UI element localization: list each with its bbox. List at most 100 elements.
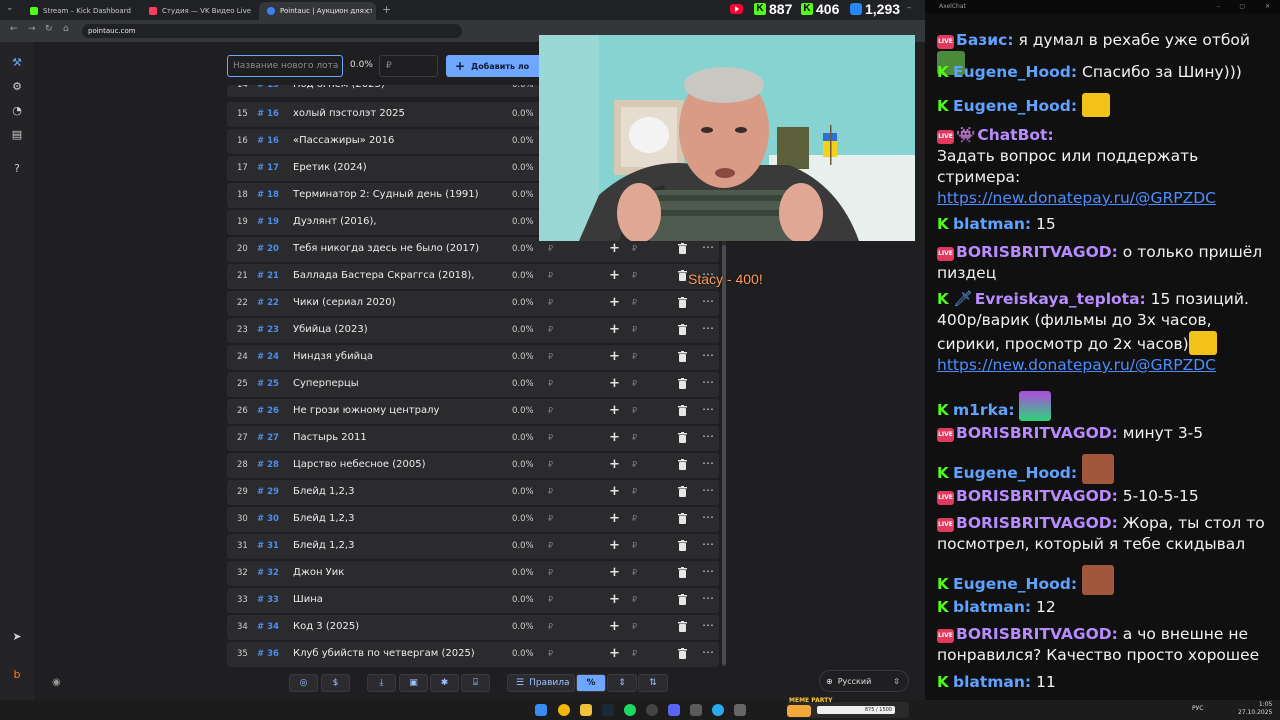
chat-username[interactable]: Eugene_Hood: (953, 97, 1077, 115)
back-icon[interactable]: ← (10, 24, 18, 34)
lot-extra-field[interactable]: ₽ (632, 622, 637, 631)
lot-title[interactable]: Ниндзя убийца (293, 351, 373, 362)
lot-title[interactable]: холый пэстолэт 2025 (293, 108, 405, 119)
lot-extra-field[interactable]: ₽ (632, 568, 637, 577)
more-options-icon[interactable]: ⋯ (702, 321, 714, 335)
lot-title[interactable]: Блейд 1,2,3 (293, 513, 354, 524)
more-options-icon[interactable]: ⋯ (702, 375, 714, 389)
lot-extra-field[interactable]: ₽ (632, 352, 637, 361)
chat-username[interactable]: Eugene_Hood: (953, 575, 1077, 593)
lot-amount-field[interactable]: ₽ (548, 649, 553, 658)
lot-amount-field[interactable]: ₽ (548, 406, 553, 415)
lot-row[interactable]: 21 # 21 Баллада Бастера Скраггса (2018), 0.… (227, 264, 719, 289)
lot-extra-field[interactable]: ₽ (632, 325, 637, 334)
lot-extra-field[interactable]: ₽ (632, 541, 637, 550)
lot-row[interactable]: 26 # 26 Не грози южному централу 0.0% ₽ + ₽ ⋯ (227, 399, 719, 424)
lot-id-link[interactable]: # 25 (257, 379, 279, 389)
lot-id-link[interactable]: # 30 (257, 514, 279, 524)
more-options-icon[interactable]: ⋯ (702, 483, 714, 497)
lot-amount-input[interactable]: ₽ (379, 55, 438, 77)
steam-icon[interactable] (602, 704, 614, 716)
lot-id-link[interactable]: # 26 (257, 406, 279, 416)
boosty-icon[interactable]: b (10, 668, 24, 682)
lot-id-link[interactable]: # 23 (257, 325, 279, 335)
lot-title[interactable]: Тебя никогда здесь не было (2017) (293, 243, 479, 254)
discord-icon[interactable] (668, 704, 680, 716)
trash-icon[interactable] (678, 567, 687, 578)
tab-pointauc[interactable]: Pointauc | Аукцион для стрим ✕ (259, 2, 376, 20)
add-amount-icon[interactable]: + (609, 511, 620, 526)
lot-extra-field[interactable]: ₽ (632, 271, 637, 280)
lot-id-link[interactable]: # 17 (257, 163, 279, 173)
lot-id-link[interactable]: # 34 (257, 622, 279, 632)
more-options-icon[interactable]: ⋯ (702, 294, 714, 308)
chat-username[interactable]: Базис: (956, 31, 1014, 49)
trash-icon[interactable] (678, 405, 687, 416)
url-field[interactable]: pointauc.com (82, 24, 462, 38)
chat-username[interactable]: m1rka: (953, 401, 1015, 419)
lot-extra-field[interactable]: ₽ (632, 406, 637, 415)
lot-extra-field[interactable]: ₽ (632, 487, 637, 496)
telegram-icon[interactable] (712, 704, 724, 716)
help-icon[interactable]: ? (10, 162, 24, 176)
lot-id-link[interactable]: # 24 (257, 352, 279, 362)
app-icon[interactable] (734, 704, 746, 716)
lot-amount-field[interactable]: ₽ (548, 352, 553, 361)
trash-icon[interactable] (678, 594, 687, 605)
save-button[interactable]: ▣ (399, 674, 428, 692)
lot-amount-field[interactable]: ₽ (548, 622, 553, 631)
settings-icon[interactable]: ⚙ (10, 80, 24, 94)
lot-name-input[interactable]: Название нового лота (227, 55, 343, 77)
lot-title[interactable]: Шина (293, 594, 323, 605)
lot-row[interactable]: 30 # 30 Блейд 1,2,3 0.0% ₽ + ₽ ⋯ (227, 507, 719, 532)
wheel-icon[interactable]: ◔ (10, 104, 24, 118)
donate-link[interactable]: https://new.donatepay.ru/@GRPZDC (937, 356, 1216, 374)
import-button[interactable]: ⤓ (367, 674, 396, 692)
trash-icon[interactable] (678, 540, 687, 551)
lot-amount-field[interactable]: ₽ (548, 595, 553, 604)
lot-id-link[interactable]: # 16 (257, 136, 279, 146)
lot-amount-field[interactable]: ₽ (548, 271, 553, 280)
lot-title[interactable]: Не грози южному централу (293, 405, 439, 416)
clock[interactable]: 1:05 27.10.2025 (1238, 701, 1272, 717)
chat-username[interactable]: blatman: (953, 673, 1031, 691)
lot-id-link[interactable]: # 36 (257, 649, 279, 659)
lot-id-link[interactable]: # 31 (257, 541, 279, 551)
rules-button[interactable]: ☰ Правила (507, 674, 575, 692)
chat-username[interactable]: blatman: (953, 215, 1031, 233)
lot-title[interactable]: Пастырь 2011 (293, 432, 367, 443)
chat-username[interactable]: BORISBRITVAGOD: (956, 424, 1118, 442)
add-amount-icon[interactable]: + (609, 430, 620, 445)
lot-title[interactable]: Дуэлянт (2016), (293, 216, 377, 227)
lot-id-link[interactable]: # 16 (257, 109, 279, 119)
lot-id-link[interactable]: # 27 (257, 433, 279, 443)
lot-id-link[interactable]: # 33 (257, 595, 279, 605)
more-options-icon[interactable]: ⋯ (702, 348, 714, 362)
tab-kick-dashboard[interactable]: Stream – Kick Dashboard (22, 2, 139, 20)
lot-amount-field[interactable]: ₽ (548, 325, 553, 334)
add-amount-icon[interactable]: + (609, 349, 620, 364)
more-options-icon[interactable]: ⋯ (702, 645, 714, 659)
lot-row[interactable]: 32 # 32 Джон Уик 0.0% ₽ + ₽ ⋯ (227, 561, 719, 586)
more-options-icon[interactable]: ⋯ (702, 456, 714, 470)
trash-icon[interactable] (678, 297, 687, 308)
lot-id-link[interactable]: # 20 (257, 244, 279, 254)
maximize-icon[interactable]: ▢ (1239, 0, 1245, 14)
add-amount-icon[interactable]: + (609, 241, 620, 256)
chat-username[interactable]: BORISBRITVAGOD: (956, 625, 1118, 643)
lot-title[interactable]: Баллада Бастера Скраггса (2018), (293, 270, 474, 281)
trash-icon[interactable] (678, 270, 687, 281)
lots-scroll-thumb[interactable] (722, 245, 726, 665)
explorer-icon[interactable] (580, 704, 592, 716)
lot-extra-field[interactable]: ₽ (632, 298, 637, 307)
minimize-icon[interactable]: – (907, 3, 912, 13)
reload-icon[interactable]: ↻ (45, 24, 53, 34)
lot-row[interactable]: 22 # 22 Чики (сериал 2020) 0.0% ₽ + ₽ ⋯ (227, 291, 719, 316)
add-amount-icon[interactable]: + (609, 538, 620, 553)
telegram-icon[interactable]: ➤ (10, 630, 24, 644)
lot-amount-field[interactable]: ₽ (548, 244, 553, 253)
lot-extra-field[interactable]: ₽ (632, 379, 637, 388)
spotify-icon[interactable] (624, 704, 636, 716)
tab-vk-studio[interactable]: Студия — VK Видео Live (141, 2, 258, 20)
lot-extra-field[interactable]: ₽ (632, 649, 637, 658)
